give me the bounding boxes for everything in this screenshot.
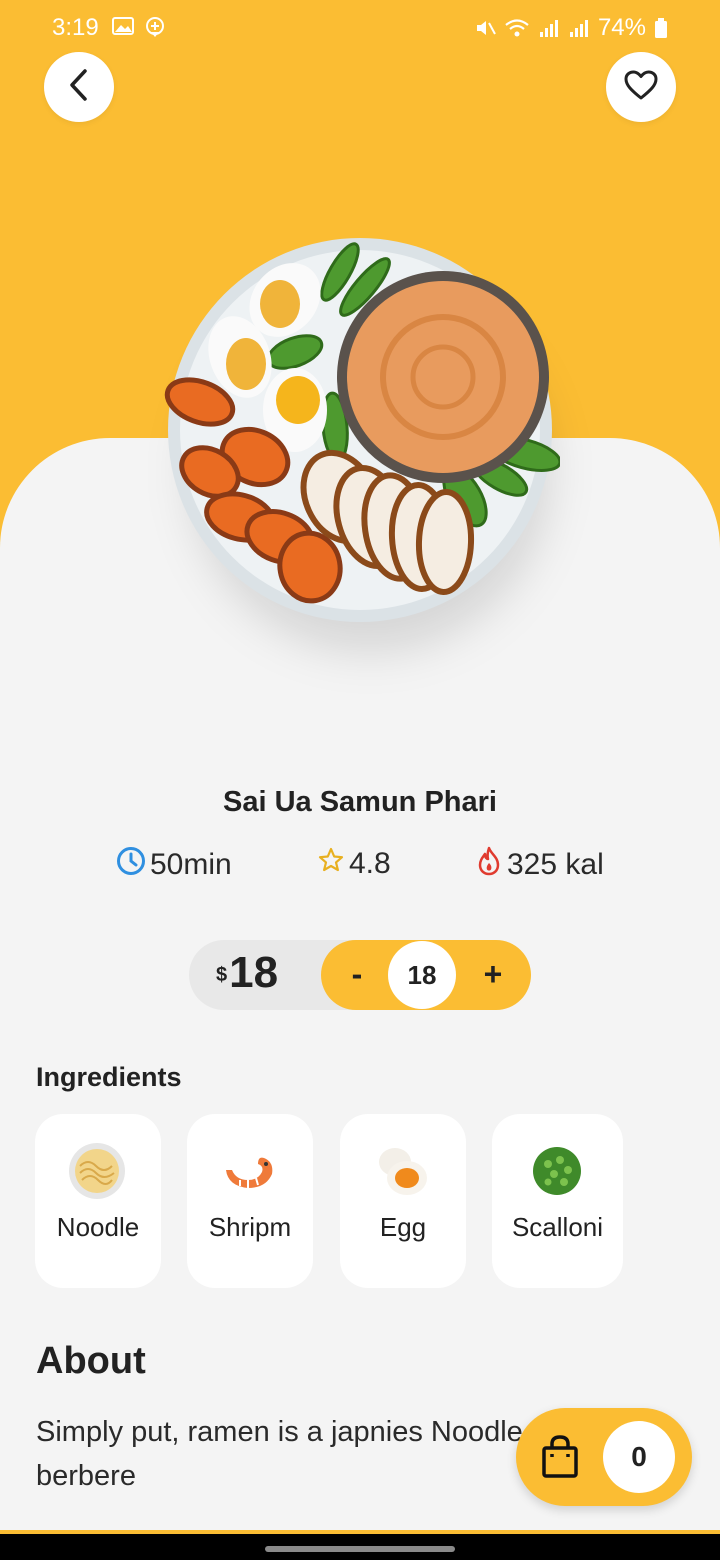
gallery-icon bbox=[112, 16, 134, 38]
price-amount: 18 bbox=[229, 948, 279, 997]
quantity-stepper: - 18 + bbox=[321, 940, 531, 1010]
stat-time-value: 50min bbox=[150, 848, 232, 881]
chevron-left-icon bbox=[65, 67, 93, 108]
ingredient-label: Egg bbox=[379, 1212, 427, 1242]
star-icon bbox=[317, 846, 345, 882]
price-currency: $ bbox=[216, 964, 228, 986]
wifi-icon bbox=[504, 17, 530, 39]
stat-rating-value: 4.8 bbox=[349, 847, 391, 880]
signal-icon bbox=[538, 17, 560, 39]
back-button[interactable] bbox=[44, 52, 114, 122]
ingredient-card-noodle[interactable]: Noodle bbox=[35, 1114, 161, 1288]
ingredient-card-egg[interactable]: Egg bbox=[340, 1114, 466, 1288]
heart-icon bbox=[623, 69, 659, 106]
mute-icon bbox=[474, 17, 496, 39]
status-time: 3:19 bbox=[52, 14, 99, 41]
decrease-button[interactable]: - bbox=[339, 940, 375, 1010]
stat-calories: 325 kal bbox=[475, 846, 604, 884]
ingredients-heading: Ingredients bbox=[36, 1062, 182, 1092]
battery-icon bbox=[654, 17, 668, 39]
scallion-icon bbox=[526, 1140, 588, 1202]
price: $ 18 bbox=[216, 948, 278, 998]
shrimp-icon bbox=[218, 1140, 280, 1202]
stat-rating: 4.8 bbox=[317, 846, 391, 882]
location-icon bbox=[144, 16, 166, 38]
cart-button[interactable]: 0 bbox=[516, 1408, 692, 1506]
dish-image bbox=[160, 232, 560, 652]
flame-icon bbox=[475, 846, 503, 884]
egg-icon bbox=[371, 1140, 433, 1202]
increase-button[interactable]: + bbox=[475, 940, 511, 1010]
home-gesture-handle[interactable] bbox=[265, 1546, 455, 1552]
navigation-bar bbox=[0, 1530, 720, 1560]
stat-calories-value: 325 kal bbox=[507, 848, 604, 881]
shopping-bag-icon bbox=[540, 1434, 580, 1485]
stat-time: 50min bbox=[116, 846, 232, 884]
status-bar: 3:19 74% bbox=[0, 0, 720, 56]
about-heading: About bbox=[36, 1340, 146, 1382]
quantity-value: 18 bbox=[388, 941, 456, 1009]
favorite-button[interactable] bbox=[606, 52, 676, 122]
ingredient-label: Noodle bbox=[56, 1212, 140, 1242]
noodle-icon bbox=[66, 1140, 128, 1202]
dish-title: Sai Ua Samun Phari bbox=[223, 786, 497, 818]
ingredient-label: Shripm bbox=[208, 1212, 292, 1242]
ingredient-card-scallion[interactable]: Scalloni bbox=[492, 1114, 623, 1288]
battery-percent: 74% bbox=[597, 14, 646, 41]
signal-icon-2 bbox=[568, 17, 590, 39]
ingredient-card-shrimp[interactable]: Shripm bbox=[187, 1114, 313, 1288]
clock-icon bbox=[116, 846, 146, 884]
ingredient-label: Scalloni bbox=[511, 1212, 604, 1242]
dish-stats: 50min 4.8 325 kal bbox=[0, 846, 720, 890]
cart-count: 0 bbox=[603, 1421, 675, 1493]
